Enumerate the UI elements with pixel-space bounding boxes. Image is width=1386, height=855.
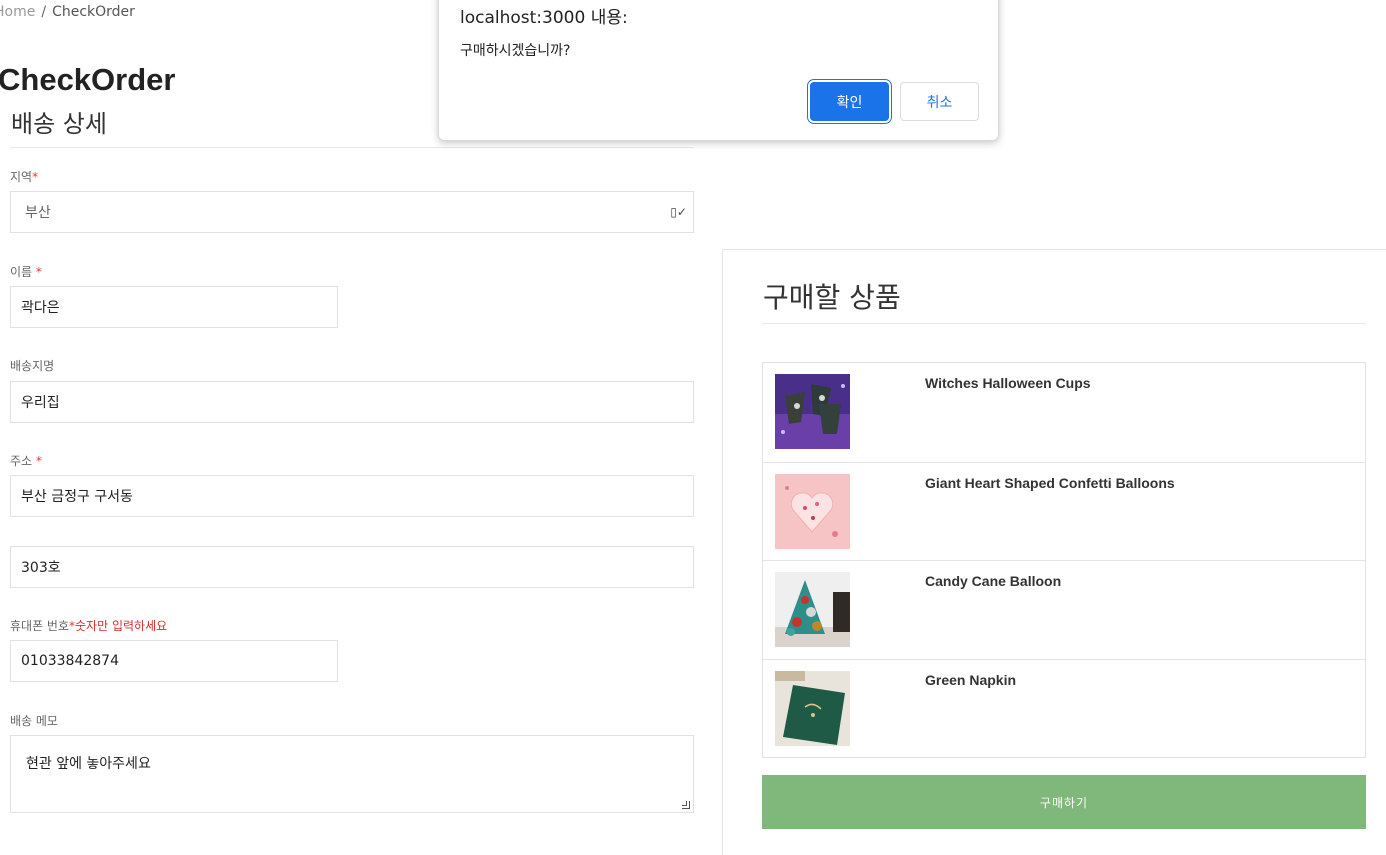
region-select[interactable]: 부산 ▯✓ <box>10 191 694 233</box>
dialog-ok-button[interactable]: 확인 <box>810 82 889 121</box>
required-mark: * <box>32 170 39 184</box>
address-input[interactable]: 부산 금정구 구서동 <box>10 475 694 517</box>
dialog-message: 구매하시겠습니까? <box>460 43 571 59</box>
name-label-text: 이름 <box>10 265 33 279</box>
breadcrumb-separator: / <box>41 4 47 20</box>
name-input[interactable]: 곽다은 <box>10 286 338 328</box>
product-image-green-napkin <box>775 670 850 746</box>
place-name-label: 배송지명 <box>10 357 54 374</box>
region-label-text: 지역 <box>10 170 33 184</box>
phone-hint: 숫자만 입력하세요 <box>75 619 168 633</box>
breadcrumb: Home / CheckOrder <box>0 4 135 20</box>
breadcrumb-current: CheckOrder <box>52 4 135 20</box>
phone-input[interactable]: 01033842874 <box>10 640 338 682</box>
order-section-title: 구매할 상품 <box>763 281 901 314</box>
product-name: Candy Cane Balloon <box>925 573 1062 589</box>
region-label: 지역* <box>10 168 38 185</box>
product-image-candy-cane-balloon <box>775 572 850 647</box>
product-name: Giant Heart Shaped Confetti Balloons <box>925 474 1175 491</box>
product-row: Witches Halloween Cups <box>763 363 1365 462</box>
resize-handle-icon[interactable] <box>682 801 690 809</box>
place-name-input-value: 우리집 <box>21 395 60 411</box>
phone-input-value: 01033842874 <box>21 653 119 669</box>
order-section-divider <box>762 323 1366 324</box>
product-row: Candy Cane Balloon <box>763 560 1365 659</box>
memo-textarea[interactable]: 현관 앞에 놓아주세요 <box>10 735 694 813</box>
product-row: Giant Heart Shaped Confetti Balloons <box>763 461 1365 561</box>
name-input-value: 곽다은 <box>21 300 60 316</box>
buy-button[interactable]: 구매하기 <box>762 775 1366 829</box>
product-list: Witches Halloween Cups Giant Heart Shape… <box>762 362 1366 758</box>
phone-label-text: 휴대폰 번호 <box>10 619 70 633</box>
required-mark: * <box>35 454 42 468</box>
product-image-heart-balloons <box>775 473 850 549</box>
chevron-down-icon: ▯✓ <box>670 205 687 219</box>
memo-textarea-value: 현관 앞에 놓아주세요 <box>26 756 151 772</box>
place-name-label-text: 배송지명 <box>10 359 55 373</box>
address-label: 주소 * <box>10 452 42 469</box>
region-select-value: 부산 <box>25 205 51 221</box>
address-detail-input[interactable]: 303호 <box>10 546 694 588</box>
address-label-text: 주소 <box>10 454 33 468</box>
required-mark: * <box>35 265 42 279</box>
memo-label-text: 배송 메모 <box>10 714 58 728</box>
breadcrumb-home-link[interactable]: Home <box>0 4 35 20</box>
product-name: Witches Halloween Cups <box>925 375 1091 391</box>
name-label: 이름 * <box>10 263 42 280</box>
phone-label: 휴대폰 번호*숫자만 입력하세요 <box>10 617 167 634</box>
address-input-value: 부산 금정구 구서동 <box>21 489 133 505</box>
product-row: Green Napkin <box>763 658 1365 758</box>
product-name: Green Napkin <box>925 671 1017 688</box>
confirm-dialog: localhost:3000 내용: 구매하시겠습니까? 확인 취소 <box>438 0 999 141</box>
dialog-cancel-button[interactable]: 취소 <box>900 82 979 121</box>
delivery-section-title: 배송 상세 <box>11 110 107 138</box>
page-title: CheckOrder <box>0 62 176 97</box>
dialog-title: localhost:3000 내용: <box>460 8 628 28</box>
section-divider <box>10 147 694 148</box>
memo-label: 배송 메모 <box>10 712 58 729</box>
address-detail-input-value: 303호 <box>21 560 61 576</box>
place-name-input[interactable]: 우리집 <box>10 381 694 423</box>
product-image-witches-cups <box>775 374 850 449</box>
